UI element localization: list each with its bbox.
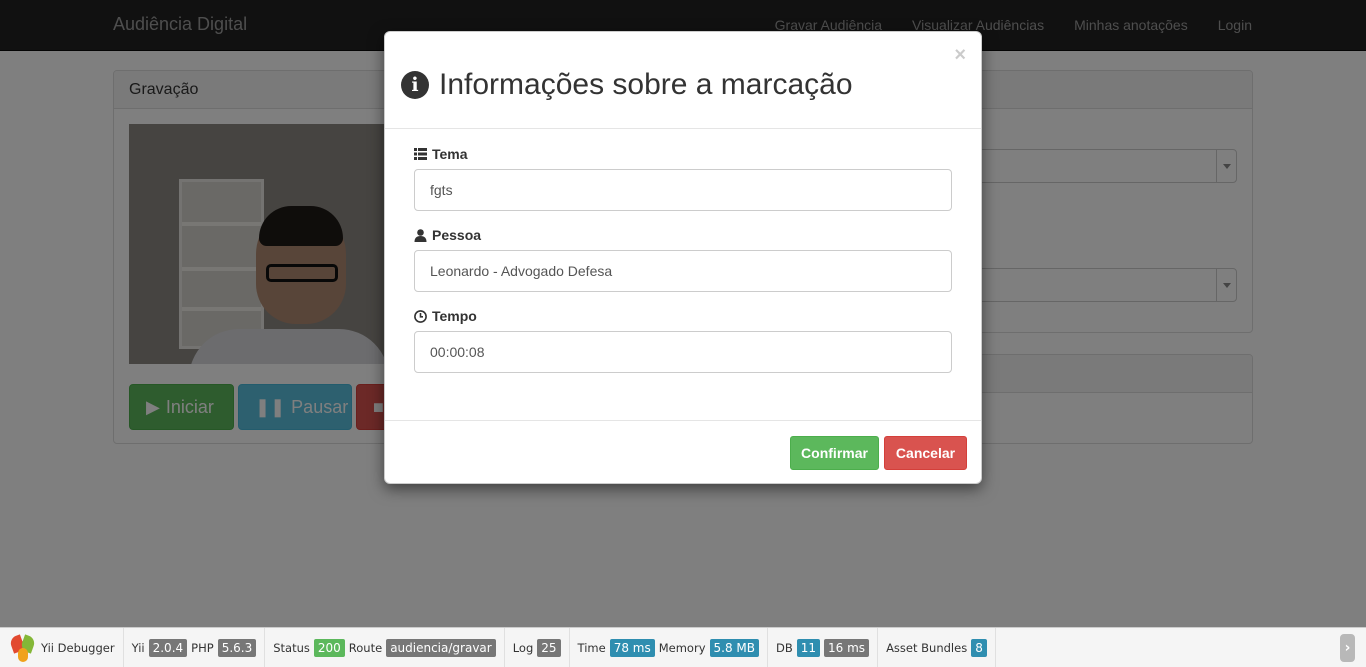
tempo-input[interactable] bbox=[414, 331, 952, 373]
modal-footer: Confirmar Cancelar bbox=[385, 420, 981, 484]
yii-label: Yii bbox=[131, 640, 145, 655]
user-icon bbox=[414, 228, 427, 242]
assets-label: Asset Bundles bbox=[886, 640, 968, 655]
close-button[interactable]: × bbox=[954, 44, 966, 67]
db-label: DB bbox=[776, 640, 793, 655]
assets-badge: 8 bbox=[971, 638, 987, 657]
pessoa-label: Pessoa bbox=[414, 226, 952, 244]
modal-body: Tema Pessoa Tempo bbox=[385, 129, 981, 373]
modal-title-text: Informações sobre a marcação bbox=[439, 68, 853, 101]
yii-version-badge: 2.0.4 bbox=[148, 638, 188, 657]
tema-label-text: Tema bbox=[432, 146, 468, 162]
info-circle-icon: i bbox=[401, 71, 429, 99]
status-badge: 200 bbox=[313, 638, 345, 657]
debugger-home[interactable]: Yii Debugger bbox=[0, 627, 124, 667]
time-badge: 78 ms bbox=[609, 638, 655, 657]
route-badge: audiencia/gravar bbox=[386, 638, 496, 657]
debug-request[interactable]: Status 200 Route audiencia/gravar bbox=[265, 627, 505, 667]
time-label: Time bbox=[577, 640, 606, 655]
modal-header: i Informações sobre a marcação × bbox=[385, 32, 981, 129]
chevron-right-icon[interactable]: › bbox=[1340, 634, 1355, 662]
debug-yii-php[interactable]: Yii 2.0.4 PHP 5.6.3 bbox=[124, 627, 266, 667]
debug-log[interactable]: Log 25 bbox=[505, 627, 570, 667]
php-label: PHP bbox=[191, 640, 214, 655]
clock-icon bbox=[414, 309, 427, 323]
php-version-badge: 5.6.3 bbox=[217, 638, 257, 657]
route-label: Route bbox=[348, 640, 383, 655]
marcacao-modal: i Informações sobre a marcação × Tema Pe… bbox=[384, 31, 982, 484]
debugger-title: Yii Debugger bbox=[41, 640, 115, 655]
log-badge: 25 bbox=[537, 638, 561, 657]
list-icon bbox=[414, 148, 427, 160]
pessoa-field: Pessoa bbox=[414, 226, 952, 292]
modal-title: i Informações sobre a marcação bbox=[401, 68, 853, 102]
yii-debug-toolbar: Yii Debugger Yii 2.0.4 PHP 5.6.3 Status … bbox=[0, 627, 1366, 667]
tempo-field: Tempo bbox=[414, 307, 952, 373]
db-queries-badge: 11 bbox=[796, 638, 821, 657]
memory-badge: 5.8 MB bbox=[709, 638, 759, 657]
log-label: Log bbox=[512, 640, 534, 655]
status-label: Status bbox=[273, 640, 310, 655]
tempo-label-text: Tempo bbox=[432, 308, 477, 324]
pessoa-input[interactable] bbox=[414, 250, 952, 292]
tempo-label: Tempo bbox=[414, 307, 952, 325]
memory-label: Memory bbox=[658, 640, 706, 655]
pessoa-label-text: Pessoa bbox=[432, 227, 482, 243]
tema-field: Tema bbox=[414, 145, 952, 211]
confirm-button[interactable]: Confirmar bbox=[790, 436, 879, 470]
debug-profiling[interactable]: Time 78 ms Memory 5.8 MB bbox=[570, 627, 768, 667]
debug-db[interactable]: DB 11 16 ms bbox=[768, 627, 879, 667]
yii-logo-icon bbox=[8, 633, 37, 662]
debug-assets[interactable]: Asset Bundles 8 bbox=[878, 627, 996, 667]
tema-label: Tema bbox=[414, 145, 952, 163]
db-time-badge: 16 ms bbox=[824, 638, 870, 657]
cancel-button[interactable]: Cancelar bbox=[884, 436, 967, 470]
tema-input[interactable] bbox=[414, 169, 952, 211]
